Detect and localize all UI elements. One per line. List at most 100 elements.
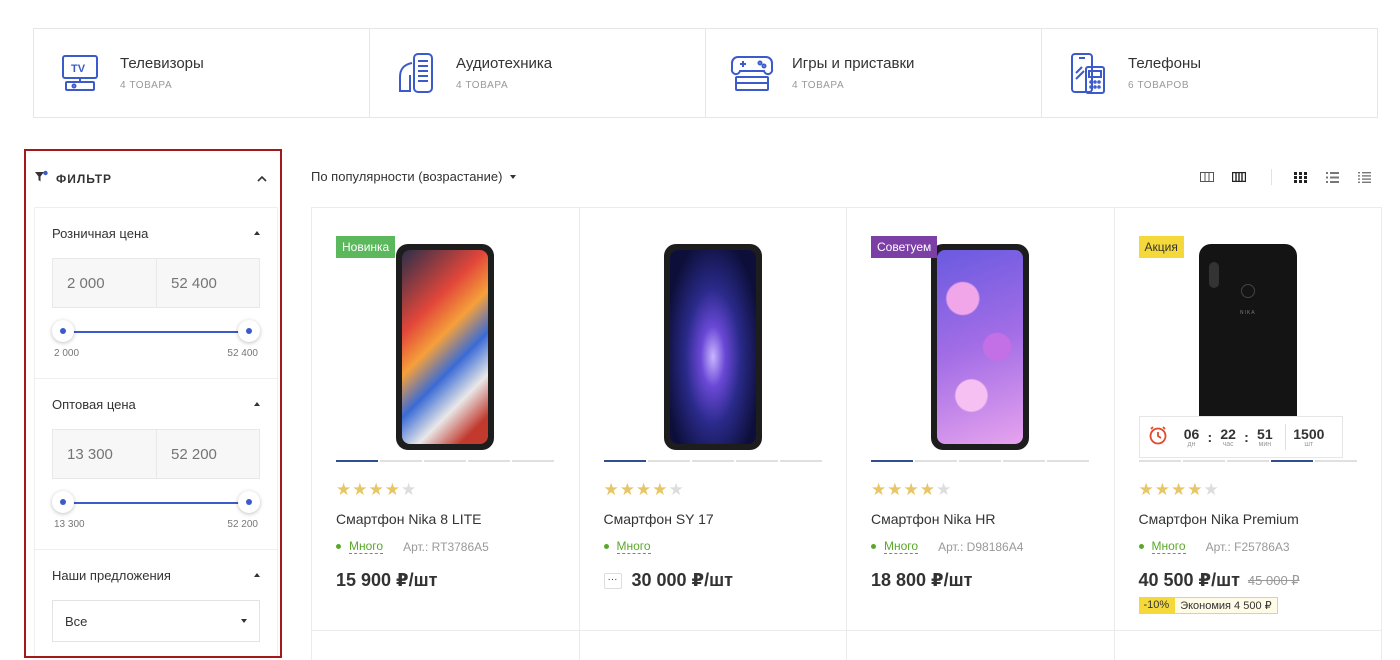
brand-logo: NIKA <box>1239 310 1256 316</box>
table-view-icon[interactable] <box>1356 170 1372 184</box>
filter-header[interactable]: ФИЛЬТР <box>26 151 280 207</box>
badge-recommend: Советуем <box>871 236 938 258</box>
view-switcher <box>1183 169 1372 185</box>
stock-indicator-icon <box>1138 544 1144 549</box>
filter-icon <box>34 170 48 189</box>
caret-down-icon <box>241 619 247 623</box>
list-view-icon[interactable] <box>1324 170 1340 184</box>
category-audio[interactable]: Аудиотехника 4 ТОВАРА <box>370 29 706 117</box>
product-image[interactable] <box>871 236 1090 460</box>
category-phones[interactable]: Телефоны 6 ТОВАРОВ <box>1042 29 1377 117</box>
price-range-slider[interactable] <box>52 491 260 515</box>
price-row: 15 900 ₽/шт <box>336 570 555 591</box>
timer-quantity-label: шт <box>1304 440 1314 448</box>
timer-minutes: 51 <box>1257 425 1273 442</box>
more-options-icon[interactable]: ··· <box>603 572 622 589</box>
product-title[interactable]: Смартфон SY 17 <box>604 511 823 527</box>
product-card[interactable] <box>1115 631 1382 660</box>
offers-select[interactable]: Все <box>52 600 260 642</box>
timer-days-label: дн <box>1187 440 1196 448</box>
grid-view-icon[interactable] <box>1292 170 1308 184</box>
product-card[interactable]: ★★★★★ Смартфон SY 17 Много ··· 30 000 ₽/… <box>579 208 847 631</box>
filter-retail-price: Розничная цена 2 000 52 400 <box>35 208 277 379</box>
filter-section-label: Розничная цена <box>52 225 149 241</box>
product-image[interactable] <box>336 236 555 460</box>
slider-min-handle[interactable] <box>52 491 74 513</box>
stock-status[interactable]: Много <box>349 539 384 554</box>
image-pager[interactable] <box>1138 460 1358 462</box>
product-card[interactable]: Акция NIKA 06 дн : 22 час : 51 мин 1500 шт ★… <box>1114 208 1382 631</box>
slider-max-handle[interactable] <box>238 491 260 513</box>
category-name: Аудиотехника <box>456 55 553 72</box>
image-pager[interactable] <box>871 460 1090 462</box>
price: 18 800 ₽/шт <box>871 570 973 590</box>
stock-status[interactable]: Много <box>616 539 651 554</box>
price-from-input[interactable] <box>53 430 156 478</box>
filter-section-toggle[interactable]: Наши предложения <box>52 550 260 600</box>
columns-3-icon[interactable] <box>1199 170 1215 184</box>
product-meta: Много Арт.: F25786A3 <box>1138 539 1358 554</box>
slider-track <box>62 502 250 504</box>
product-card[interactable] <box>580 631 847 660</box>
category-count: 4 ТОВАРА <box>792 80 845 91</box>
filter-offers: Наши предложения Все <box>35 550 277 656</box>
category-count: 4 ТОВАРА <box>120 80 173 91</box>
article-number: Арт.: D98186A4 <box>938 539 1024 554</box>
range-min-label: 13 300 <box>54 519 85 530</box>
stock-indicator-icon <box>871 544 876 549</box>
discount-info: -10% Экономия 4 500 ₽ <box>1138 597 1358 614</box>
timer-hours: 22 <box>1220 425 1236 442</box>
caret-down-icon <box>510 174 517 179</box>
badge-sale: Акция <box>1138 236 1184 258</box>
product-image[interactable] <box>604 236 823 460</box>
product-card[interactable] <box>312 631 580 660</box>
product-meta: Много Арт.: D98186A4 <box>871 539 1090 554</box>
price: 15 900 ₽/шт <box>336 570 438 590</box>
svg-text:TV: TV <box>71 63 86 75</box>
stock-status[interactable]: Много <box>1151 539 1186 554</box>
filter-panel: ФИЛЬТР Розничная цена 2 000 52 400 2 000… <box>24 149 282 658</box>
article-number: Арт.: F25786A3 <box>1205 539 1290 554</box>
caret-up-icon <box>254 231 260 235</box>
sort-label: По популярности (возрастание) <box>311 169 503 184</box>
price-to-input[interactable] <box>156 430 259 478</box>
product-title[interactable]: Смартфон Nika 8 LITE <box>336 511 555 527</box>
stock-indicator-icon <box>603 544 609 549</box>
product-card[interactable] <box>847 631 1115 660</box>
slider-min-handle[interactable] <box>52 320 74 342</box>
badge-new: Новинка <box>336 236 396 258</box>
slider-track <box>62 331 250 333</box>
category-tv[interactable]: TV Телевизоры 4 ТОВАРА <box>34 29 370 117</box>
rating-stars: ★★★★★ <box>603 480 685 499</box>
product-title[interactable]: Смартфон Nika Premium <box>1139 511 1358 527</box>
price-to-input[interactable] <box>156 259 259 307</box>
price-row: ··· 30 000 ₽/шт <box>603 570 823 591</box>
category-games[interactable]: Игры и приставки 4 ТОВАРА <box>706 29 1042 117</box>
chevron-up-icon[interactable] <box>256 170 268 188</box>
columns-4-icon[interactable] <box>1231 170 1247 184</box>
phone-image <box>396 244 495 450</box>
filter-section-toggle[interactable]: Оптовая цена <box>52 379 260 429</box>
timer-days: 06 <box>1183 425 1200 442</box>
phone-icon <box>1066 51 1110 95</box>
product-card[interactable]: Новинка ★★★★★ Смартфон Nika 8 LITE Много… <box>312 208 580 631</box>
category-name: Телевизоры <box>120 55 204 72</box>
caret-up-icon <box>254 402 260 406</box>
price-row: 18 800 ₽/шт <box>871 570 1090 591</box>
countdown-timer: 06 дн : 22 час : 51 мин 1500 шт <box>1138 416 1343 458</box>
price: 40 500 ₽/шт <box>1138 570 1240 590</box>
timer-minutes-label: мин <box>1258 440 1272 448</box>
stock-status[interactable]: Много <box>884 539 919 554</box>
price-range-slider[interactable] <box>52 320 260 344</box>
product-card[interactable]: Советуем ★★★★★ Смартфон Nika HR Много Ар… <box>847 208 1115 631</box>
price-from-input[interactable] <box>53 259 156 307</box>
image-pager[interactable] <box>603 460 823 462</box>
slider-max-handle[interactable] <box>238 320 260 342</box>
image-pager[interactable] <box>336 460 555 462</box>
filter-section-toggle[interactable]: Розничная цена <box>52 208 260 258</box>
category-name: Игры и приставки <box>792 55 915 72</box>
divider <box>1271 169 1272 185</box>
product-title[interactable]: Смартфон Nika HR <box>871 511 1090 527</box>
sort-dropdown[interactable]: По популярности (возрастание) <box>311 169 517 184</box>
product-meta: Много <box>603 539 823 554</box>
